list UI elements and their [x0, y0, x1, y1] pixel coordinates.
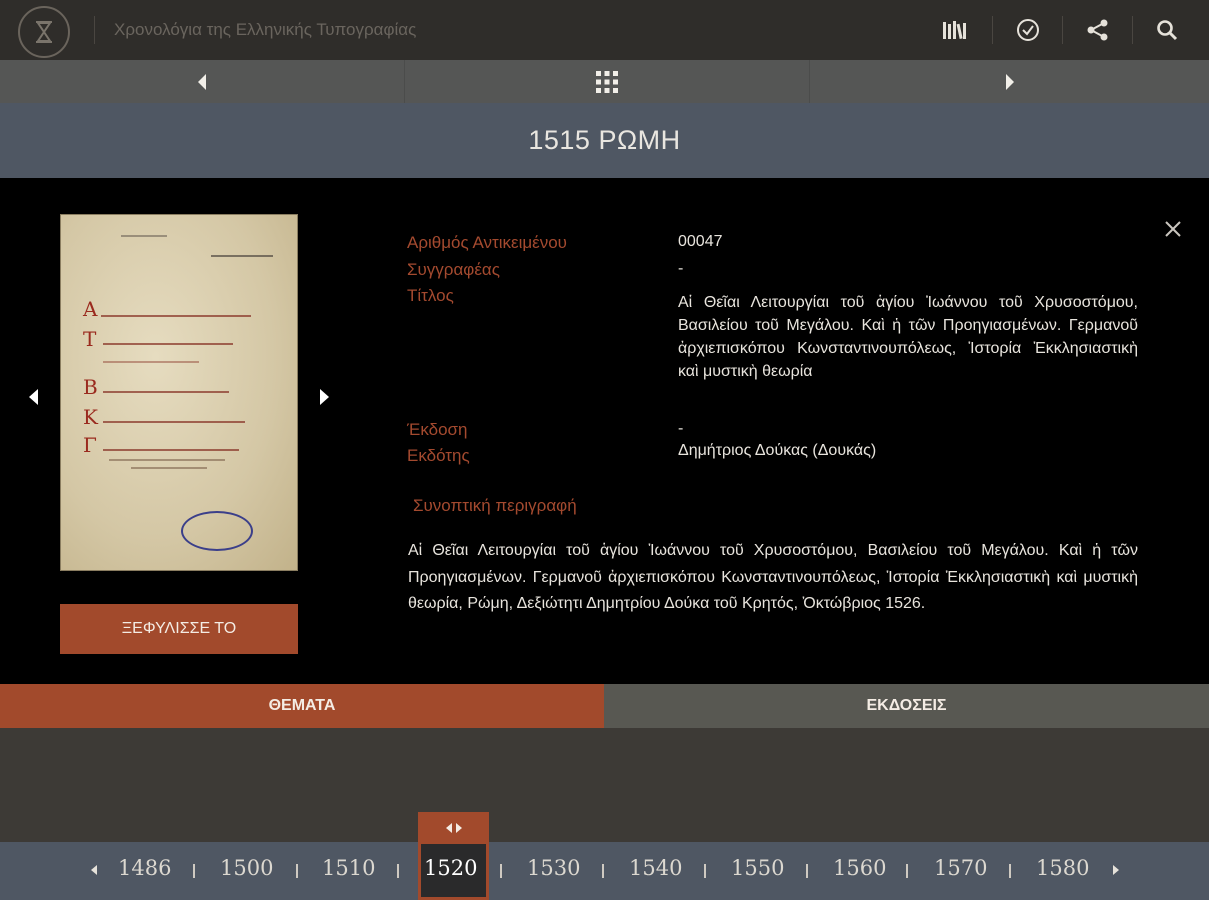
timeline-year[interactable]: 1560	[833, 856, 886, 880]
grid-view-button[interactable]	[405, 60, 809, 103]
timeline-prev-arrow[interactable]	[88, 862, 100, 878]
header-divider	[1062, 16, 1063, 44]
search-icon[interactable]	[1152, 14, 1182, 46]
book-initial-letter: T	[83, 327, 97, 351]
timeline-separator	[806, 864, 808, 878]
field-label-author: Συγγραφέας	[407, 260, 500, 279]
timeline-separator	[397, 864, 399, 878]
timeline-separator	[704, 864, 706, 878]
field-label-item-number: Αριθμός Αντικειμένου	[407, 233, 567, 252]
tab-topics[interactable]: ΘΕΜΑΤΑ	[0, 684, 604, 728]
record-navigation	[0, 60, 1209, 103]
next-icon	[1005, 73, 1014, 90]
timeline-year[interactable]: 1550	[731, 856, 784, 880]
share-icon[interactable]	[1083, 14, 1113, 46]
check-circle-icon[interactable]	[1013, 14, 1043, 46]
item-detail-panel: A T B K Γ ΞΕΦΥΛΙΣΣΕ ΤΟ Αριθμός Αντικειμέ…	[0, 178, 1209, 684]
field-value-title: Αἱ Θεῖαι Λειτουργίαι τοῦ ἁγίου Ἰωάννου τ…	[678, 294, 1138, 380]
header-divider	[992, 16, 993, 44]
tab-editions[interactable]: ΕΚΔΟΣΕΙΣ	[604, 684, 1209, 728]
timeline-year[interactable]: 1500	[220, 856, 273, 880]
book-initial-letter: A	[83, 297, 98, 321]
timeline-year[interactable]: 1580	[1036, 856, 1089, 880]
book-cover-image[interactable]: A T B K Γ	[60, 214, 298, 571]
book-initial-letter: B	[83, 375, 98, 399]
header-divider	[1132, 16, 1133, 44]
previous-record-button[interactable]	[0, 60, 404, 103]
timeline-separator	[500, 864, 502, 878]
field-label-edition: Έκδοση	[407, 420, 468, 439]
tab-content-area	[0, 728, 1209, 842]
timeline-next-arrow[interactable]	[1110, 862, 1122, 878]
timeline-year-active[interactable]: 1520	[424, 856, 477, 880]
field-value-item-number: 00047	[678, 233, 723, 250]
field-label-publisher: Εκδότης	[407, 446, 470, 465]
grid-icon	[596, 70, 618, 93]
library-icon[interactable]	[940, 14, 970, 46]
library-stamp	[181, 511, 253, 551]
timeline-separator	[906, 864, 908, 878]
field-value-author: -	[678, 260, 684, 277]
year-timeline	[0, 842, 1209, 900]
page-title: 1515 ΡΩΜΗ	[528, 125, 681, 155]
timeline-separator	[1009, 864, 1011, 878]
timeline-separator	[602, 864, 604, 878]
book-initial-letter: Γ	[83, 433, 97, 457]
timeline-year[interactable]: 1530	[527, 856, 580, 880]
field-value-edition: -	[678, 420, 684, 437]
timeline-year[interactable]: 1570	[934, 856, 987, 880]
drag-arrows-icon	[445, 823, 462, 833]
book-initial-letter: K	[83, 405, 98, 429]
app-header: Χρονολόγια της Ελληνικής Τυπογραφίας	[0, 0, 1209, 60]
synopsis-heading: Συνοπτική περιγραφή	[413, 496, 577, 515]
timeline-separator	[296, 864, 298, 878]
timeline-year[interactable]: 1540	[629, 856, 682, 880]
app-title: Χρονολόγια της Ελληνικής Τυπογραφίας	[114, 20, 417, 39]
year-title-bar: 1515 ΡΩΜΗ	[0, 103, 1209, 178]
timeline-drag-handle[interactable]	[418, 812, 489, 844]
header-divider	[94, 16, 95, 44]
next-page-arrow[interactable]	[316, 387, 334, 407]
previous-icon	[198, 73, 206, 90]
next-record-button[interactable]	[810, 60, 1209, 103]
flip-book-button[interactable]: ΞΕΦΥΛΙΣΣΕ ΤΟ	[60, 604, 298, 654]
field-label-title: Τίτλος	[407, 286, 454, 305]
timeline-separator	[193, 864, 195, 878]
timeline-year[interactable]: 1486	[118, 856, 171, 880]
hourglass-logo-icon[interactable]	[18, 6, 70, 58]
synopsis-text: Αἱ Θεῖαι Λειτουργίαι τοῦ ἁγίου Ἰωάννου τ…	[408, 542, 1138, 612]
field-value-publisher: Δημήτριος Δούκας (Δουκάς)	[678, 442, 877, 459]
close-icon[interactable]	[1162, 218, 1184, 240]
previous-page-arrow[interactable]	[24, 387, 42, 407]
timeline-year[interactable]: 1510	[322, 856, 375, 880]
